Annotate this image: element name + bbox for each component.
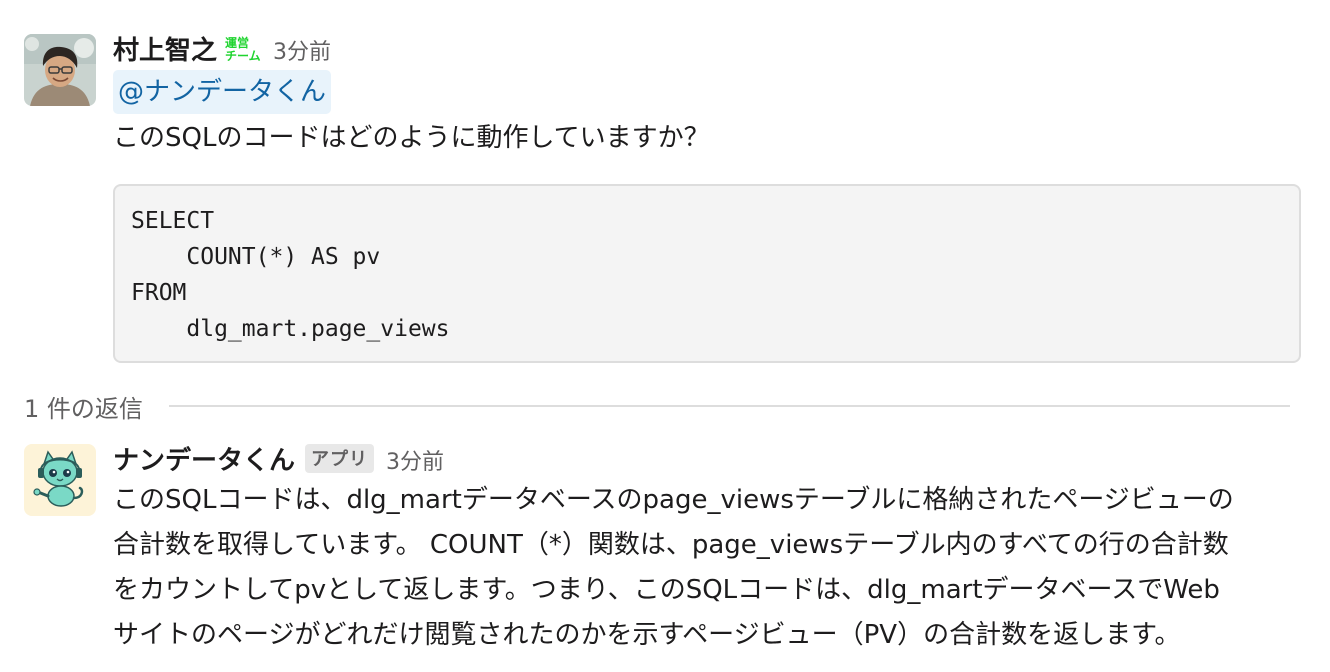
code-line: SELECT: [131, 208, 215, 234]
user-photo-icon: [24, 34, 96, 106]
user-avatar[interactable]: [24, 34, 96, 106]
code-block: SELECT COUNT(*) AS pv FROM dlg_mart.page…: [113, 184, 1301, 363]
code-line: dlg_mart.page_views: [131, 316, 450, 342]
message-text-line: サイトのページがどれだけ閲覧されたのかを示すページビュー（PV）の合計数を返しま…: [113, 620, 1181, 650]
robot-cat-icon: [24, 444, 96, 516]
message-text-line: をカウントしてpvとして返します。つまり、このSQLコードは、dlg_martデ…: [113, 575, 1220, 605]
message-text: このSQLのコードはどのように動作していますか？: [113, 123, 710, 153]
user-mention[interactable]: @ナンデータくん: [113, 70, 332, 114]
reply-count: 1 件の返信: [24, 394, 143, 423]
message-header: 村上智之 運営 チーム 3分前: [113, 30, 331, 67]
message-text: このSQLコードは、dlg_martデータベースのpage_viewsテーブルに…: [113, 478, 1313, 658]
message-header: ナンデータくん アプリ 3分前: [113, 440, 444, 477]
thread-reply-divider: 1 件の返信: [24, 388, 1290, 424]
app-badge: アプリ: [305, 444, 375, 473]
author-name[interactable]: 村上智之: [113, 30, 217, 67]
code-line: FROM: [131, 280, 187, 306]
code-line: COUNT(*) AS pv: [131, 244, 381, 270]
message-text-line: このSQLコードは、dlg_martデータベースのpage_viewsテーブルに…: [113, 485, 1234, 515]
app-avatar[interactable]: [24, 444, 96, 516]
divider: [168, 405, 1290, 407]
message-timestamp[interactable]: 3分前: [386, 444, 444, 476]
team-badge: 運営 チーム: [225, 35, 261, 63]
message-timestamp[interactable]: 3分前: [273, 34, 331, 66]
message-text-line: 合計数を取得しています。 COUNT（*）関数は、page_viewsテーブル内…: [113, 530, 1229, 560]
author-name[interactable]: ナンデータくん: [113, 440, 295, 477]
